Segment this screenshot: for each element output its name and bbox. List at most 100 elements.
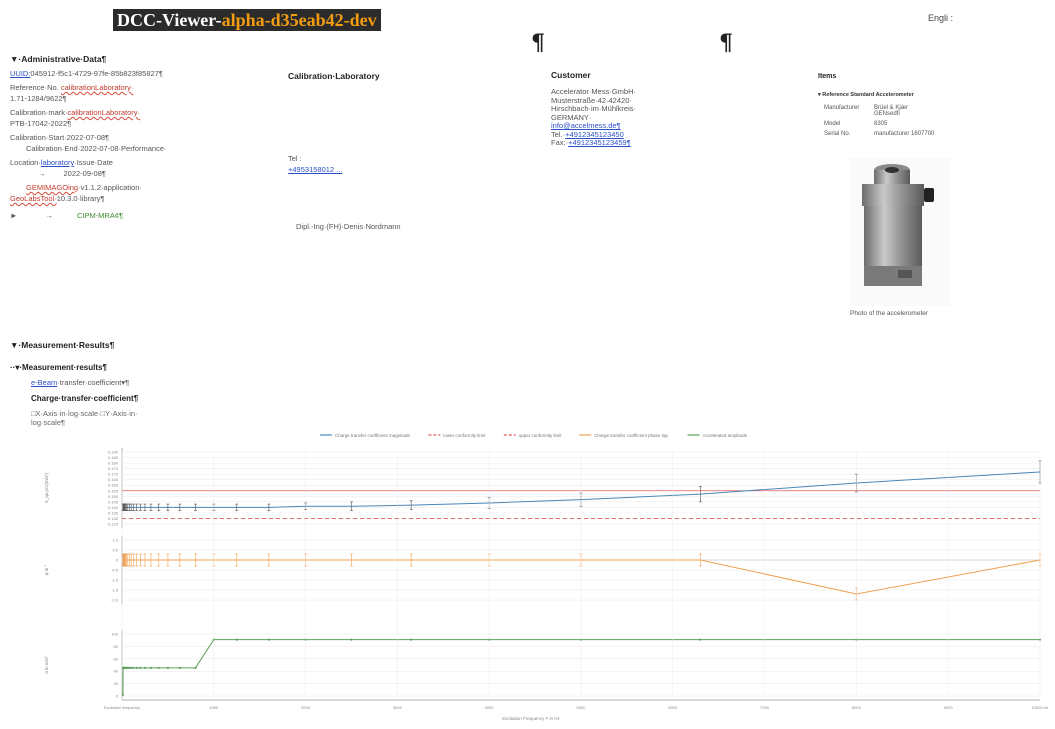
mark-label: Calibration·mark·: [10, 108, 68, 117]
app-title: DCC-Viewer-alpha-d35eab42-dev: [113, 9, 381, 31]
y-tick-label: 20: [114, 681, 119, 686]
x-tick-label: 10000 Hz: [1031, 705, 1048, 710]
y-tick-label: 0.145: [108, 499, 119, 504]
data-point: [350, 638, 353, 641]
axis-scale-options[interactable]: □X·Axis·in·log·scale·□Y·Axis·in· log·sca…: [31, 409, 138, 427]
admin-data-block: UUID:045912-f5c1-4729-97fe-85b823f85827¶…: [10, 68, 265, 221]
x-tick-label: 9000: [944, 705, 954, 710]
accelerometer-photo: [850, 158, 950, 306]
charge-heading: Charge·transfer·coefficient¶: [31, 394, 139, 403]
x-tick-label: 6000: [668, 705, 678, 710]
transfer-link[interactable]: e-Beam: [31, 378, 57, 387]
x-tick-label: Excitation frequency: [104, 705, 140, 710]
y-axis-label: S_qa pC/(m/s²): [44, 472, 49, 503]
y-tick-label: -1.5: [111, 588, 119, 593]
legend-entry: lower conformity limit: [443, 433, 486, 438]
items-row: Manufacturer Brüel & Kjær GENsedfi: [824, 103, 938, 119]
items-row-label: Serial No.: [824, 131, 851, 137]
data-point: [149, 666, 153, 669]
y-tick-label: 0.160: [108, 483, 119, 488]
items-row-label: Model: [824, 121, 841, 127]
cipm-mra-link[interactable]: CIPM-MRA¢¶: [77, 211, 123, 220]
y-tick-label: 60: [114, 656, 119, 661]
measurement-chart[interactable]: Charge transfer coefficient magnitude low…: [30, 428, 1050, 724]
software-link: GEMIMAGOing: [26, 183, 79, 192]
ref-lab-link: calibrationLaboratory·: [60, 83, 134, 92]
data-point: [132, 666, 135, 669]
items-heading: Items: [818, 73, 837, 80]
mark-lab-link: calibrationLaboratory·: [67, 108, 141, 117]
library-value: 10.3.0·library¶: [56, 194, 105, 203]
series-line: [122, 639, 1040, 695]
legend-entry: Accelerated amplitude: [703, 433, 748, 438]
y-axis-label: φ in °: [44, 564, 49, 575]
items-row-value: manufacturer 1607700: [874, 131, 935, 137]
uuid-value: 045912-f5c1-4729-97fe-85b823f85827¶: [30, 69, 163, 78]
y-tick-label: 1.0: [112, 538, 118, 543]
location-link[interactable]: laboratory: [41, 158, 74, 167]
x-tick-label: 2000: [301, 705, 311, 710]
items-row-label: Manufacturer: [824, 105, 860, 111]
y-tick-label: 0.130: [108, 516, 119, 521]
customer-fax-label: Fax:·: [551, 138, 569, 147]
library-link: GeoLabsTool·: [10, 194, 57, 203]
accelerometer-image: [862, 164, 934, 286]
uuid-link[interactable]: UUID:: [10, 69, 30, 78]
data-point: [130, 666, 133, 669]
y-tick-label: 0.170: [108, 472, 119, 477]
language-selector[interactable]: Engli :: [928, 13, 953, 23]
y-tick-label: 0.175: [108, 466, 119, 471]
items-row-value: 8305: [874, 121, 888, 127]
admin-data-toggle[interactable]: ▼·Administrative·Data¶: [10, 54, 106, 64]
items-row: Serial No. manufacturer 1607700: [824, 129, 938, 139]
axis-scale-line: □X·Axis·in·log·scale·□Y·Axis·in·: [31, 409, 138, 418]
x-tick-label: 5000: [577, 705, 587, 710]
issue-label: ·Issue·Date: [74, 158, 113, 167]
measurement-chart-svg[interactable]: Charge transfer coefficient magnitude low…: [30, 428, 1050, 724]
data-point: [178, 666, 181, 669]
x-axis-label: Excitation Frequency F in Hz: [502, 716, 560, 721]
measurement-results-toggle[interactable]: ▼·Measurement·Results¶: [10, 340, 114, 350]
y-tick-label: -0.5: [111, 568, 119, 573]
x-tick-label: 1000: [209, 705, 219, 710]
arrow-icon: →: [45, 211, 53, 220]
y-tick-label: -1.0: [111, 578, 119, 583]
transfer-dropdown[interactable]: ·transfer·coefficient▾¶: [57, 378, 129, 387]
items-table: Manufacturer Brüel & Kjær GENsedfi Model…: [824, 103, 938, 139]
expand-arrow-icon[interactable]: ►: [10, 211, 17, 220]
data-point: [135, 666, 138, 669]
y-tick-label: 0.155: [108, 488, 119, 493]
y-axis-label: a in m/s²: [44, 656, 49, 674]
lab-signer: Dipl.-Ing·(FH)·Denis·Nordmann: [296, 222, 401, 231]
y-tick-label: 0.150: [108, 494, 119, 499]
software-value: ·v1.1.2·application·: [78, 183, 142, 192]
measurement-sub-toggle[interactable]: ··▾·Measurement·results¶: [10, 363, 107, 372]
cal-end: Calibration·End·2022-07-08·Performance·: [26, 144, 167, 153]
data-point: [143, 666, 147, 669]
y-tick-label: -2.0: [111, 598, 119, 603]
y-tick-label: 0.125: [108, 522, 119, 527]
location-label: Location·: [10, 158, 41, 167]
axis-scale-line: log·scale¶: [31, 418, 66, 427]
data-point: [194, 666, 197, 669]
y-tick-label: 0: [116, 694, 119, 699]
lab-tel-link[interactable]: +4953158012 ...: [288, 164, 342, 175]
y-tick-label: 0.135: [108, 510, 119, 515]
legend-entry: Charge transfer coefficient magnitude: [335, 433, 410, 438]
mark-value: PTB-17042-2022¶: [10, 119, 72, 128]
ref-value: 1.71-1284/9622¶: [10, 94, 67, 103]
app-name: DCC-Viewer-: [117, 10, 222, 30]
items-subheading-toggle[interactable]: ▾ Reference Standard Accelerometer: [818, 92, 914, 98]
data-point: [166, 666, 169, 669]
y-tick-label: 0.140: [108, 505, 119, 510]
data-point: [157, 666, 160, 669]
y-tick-label: 0.165: [108, 477, 119, 482]
pilcrow-mark: ¶: [719, 30, 733, 56]
y-tick-label: 0.180: [108, 461, 119, 466]
y-tick-label: 0: [116, 558, 119, 563]
x-tick-label: 3000: [393, 705, 403, 710]
items-row: Model 8305: [824, 119, 938, 129]
customer-fax-link[interactable]: +4912345123459¶: [568, 138, 631, 147]
y-tick-label: 0.5: [112, 548, 118, 553]
x-tick-label: 7000: [760, 705, 770, 710]
